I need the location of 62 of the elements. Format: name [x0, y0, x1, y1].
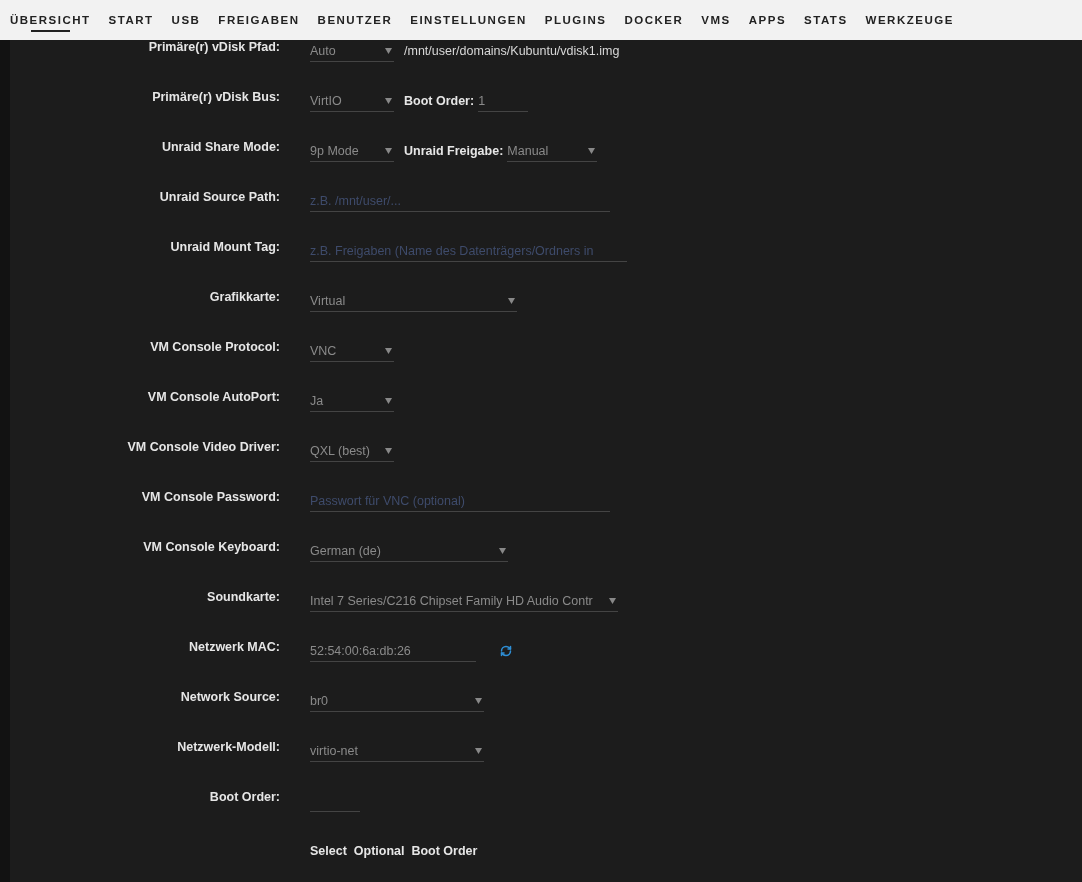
dropdown[interactable]: Ja — [310, 390, 394, 412]
caret-icon — [385, 147, 392, 154]
field-label: Boot Order: — [404, 94, 475, 108]
dropdown[interactable]: Intel 7 Series/C216 Chipset Family HD Audio Contr — [310, 590, 618, 612]
dropdown[interactable]: Auto — [310, 40, 394, 62]
caret-icon — [588, 147, 596, 154]
nav-tab[interactable]: WERKZEUGE — [865, 0, 954, 40]
field-label: VM Console Video Driver: — [126, 440, 281, 454]
caret-icon — [385, 347, 392, 354]
field-label: Boot Order: — [208, 790, 281, 804]
caret-icon — [475, 747, 482, 754]
hint-text: Select Optional Boot Order — [310, 844, 478, 858]
field-label: Netzwerk MAC: — [188, 640, 281, 654]
caret-icon — [609, 597, 616, 604]
field-label: VM Console AutoPort: — [146, 390, 281, 404]
caret-icon — [385, 47, 392, 54]
field-label: VM Console Keyboard: — [142, 540, 281, 554]
caret-icon — [508, 297, 515, 304]
field-label: Network Source: — [179, 690, 281, 704]
dropdown[interactable]: br0 — [310, 690, 484, 712]
dropdown[interactable]: QXL (best) — [310, 440, 394, 462]
field-label: Unraid Mount Tag: — [169, 240, 281, 254]
nav-tab[interactable]: APPS — [748, 0, 787, 40]
input-field[interactable]: z.B. Freigaben (Name des Datenträgers/Ordners in — [310, 240, 627, 262]
caret-icon — [499, 547, 506, 554]
dropdown[interactable]: Manual — [507, 140, 598, 162]
field-label: Soundkarte: — [206, 590, 281, 604]
field-label: Unraid Freigabe: — [404, 144, 504, 158]
field-label: VM Console Protocol: — [149, 340, 281, 354]
dropdown[interactable]: 9p Mode — [310, 140, 394, 162]
input-field[interactable]: 1 — [478, 90, 529, 112]
nav-tab[interactable]: VMS — [701, 0, 731, 40]
nav-tab[interactable]: PLUGINS — [544, 0, 607, 40]
field-label: Netzwerk-Modell: — [176, 740, 281, 754]
refresh-icon[interactable] — [500, 645, 512, 657]
field-label: Primäre(r) vDisk Bus: — [151, 90, 281, 104]
field-label: Grafikkarte: — [208, 290, 281, 304]
nav-tab[interactable]: ÜBERSICHT — [10, 0, 91, 40]
field-label: Unraid Source Path: — [158, 190, 281, 204]
caret-icon — [475, 697, 482, 704]
caret-icon — [385, 397, 392, 404]
caret-icon — [385, 447, 392, 454]
input-field[interactable]: 52:54:00:6a:db:26 — [310, 640, 476, 662]
dropdown[interactable]: VNC — [310, 340, 394, 362]
nav-tab[interactable]: FREIGABEN — [218, 0, 300, 40]
nav-tab[interactable]: EINSTELLUNGEN — [410, 0, 527, 40]
nav-tab[interactable]: STATS — [804, 0, 848, 40]
caret-icon — [385, 97, 392, 104]
field-label: VM Console Password: — [140, 490, 281, 504]
field-label: Unraid Share Mode: — [160, 140, 281, 154]
nav-tab[interactable]: USB — [171, 0, 201, 40]
path-text: /mnt/user/domains/Kubuntu/vdisk1.img — [404, 44, 620, 58]
nav-tab[interactable]: DOCKER — [624, 0, 684, 40]
input-field[interactable]: z.B. /mnt/user/... — [310, 190, 610, 212]
dropdown[interactable]: German (de) — [310, 540, 508, 562]
input-field[interactable]: Passwort für VNC (optional) — [310, 490, 610, 512]
nav-tab[interactable]: BENUTZER — [317, 0, 393, 40]
dropdown[interactable]: virtio-net — [310, 740, 484, 762]
nav-tab[interactable]: START — [108, 0, 154, 40]
field-label: Primäre(r) vDisk Pfad: — [147, 40, 281, 54]
dropdown[interactable]: VirtIO — [310, 90, 394, 112]
dropdown[interactable]: Virtual — [310, 290, 517, 312]
